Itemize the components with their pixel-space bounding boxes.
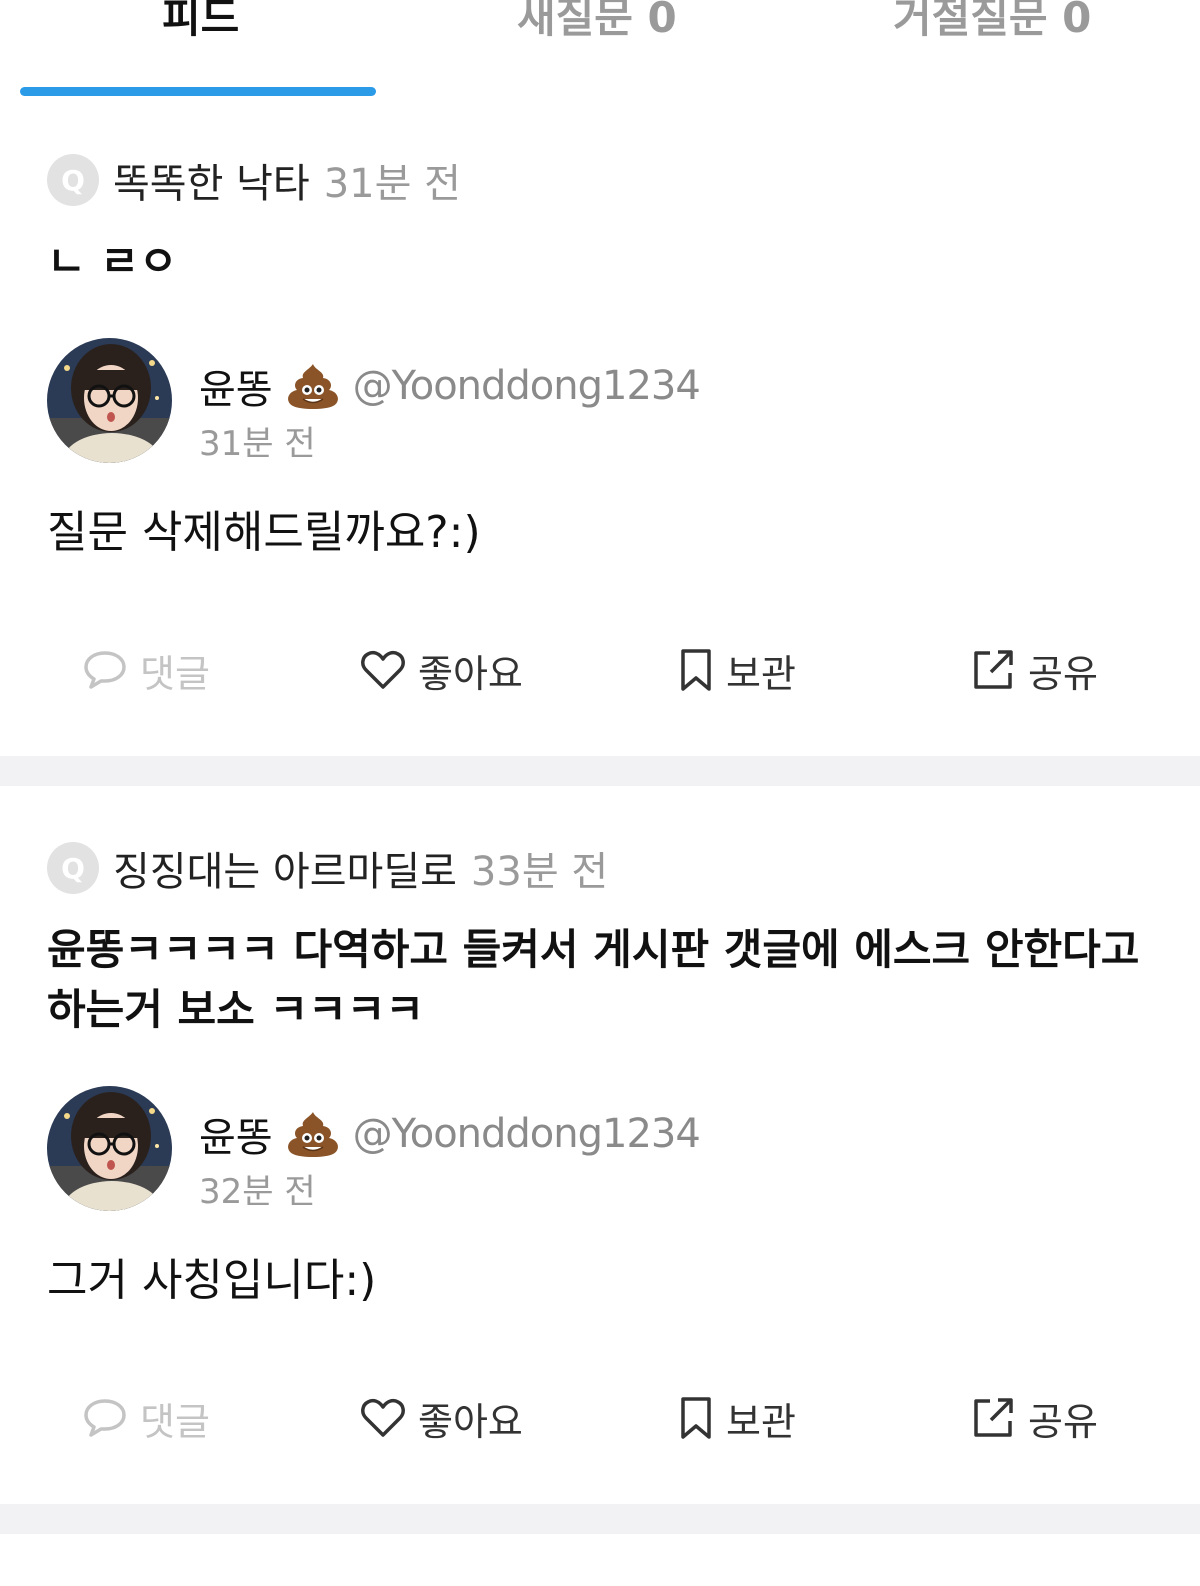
- answer-author-name[interactable]: 윤똥: [199, 1105, 273, 1163]
- question-meta: Q 징징대는 아르마딜로 33분 전: [47, 840, 608, 896]
- heart-icon: [361, 1398, 405, 1437]
- comment-label: 댓글: [140, 651, 210, 696]
- question-text: 윤똥ㅋㅋㅋㅋ 다역하고 들켜서 게시판 갯글에 에스크 안한다고 하는거 보소 …: [47, 925, 1140, 1034]
- post-divider: [0, 756, 1200, 786]
- save-label: 보관: [726, 651, 796, 696]
- save-button[interactable]: 보관: [678, 1388, 796, 1448]
- save-button[interactable]: 보관: [678, 640, 796, 700]
- external-share-icon: [974, 650, 1013, 689]
- answer-time: 32분 전: [199, 1172, 316, 1212]
- comment-label: 댓글: [140, 1399, 210, 1444]
- poop-emoji-icon: [287, 364, 338, 409]
- answer-author-name[interactable]: 윤똥: [199, 357, 273, 415]
- avatar[interactable]: [47, 338, 172, 463]
- answer-text: 그거 사칭입니다:): [47, 1255, 377, 1306]
- bookmark-icon: [681, 1397, 711, 1439]
- question-badge-icon: Q: [47, 154, 99, 206]
- heart-icon: [361, 650, 405, 689]
- answer-author-row: 윤똥 @Yoonddong1234: [199, 1104, 701, 1164]
- question-time: 31분 전: [323, 161, 461, 207]
- save-label: 보관: [726, 1399, 796, 1444]
- share-label: 공유: [1028, 1399, 1098, 1444]
- answer-author-handle[interactable]: @Yoonddong1234: [353, 363, 701, 409]
- speech-bubble-icon: [84, 651, 126, 689]
- answer-time: 31분 전: [199, 424, 316, 464]
- answer-author-row: 윤똥 @Yoonddong1234: [199, 356, 701, 416]
- like-button[interactable]: 좋아요: [360, 640, 523, 700]
- tab-bar: 피드 새질문 0 거절질문 0: [0, 0, 1200, 110]
- share-button[interactable]: 공유: [970, 1388, 1098, 1448]
- tab-rejected-questions[interactable]: 거절질문 0: [893, 0, 1091, 48]
- comment-button[interactable]: 댓글: [82, 1388, 210, 1448]
- external-share-icon: [974, 1398, 1013, 1437]
- post-divider: [0, 1504, 1200, 1534]
- question-time: 33분 전: [470, 849, 609, 895]
- tab-new-questions[interactable]: 새질문 0: [517, 0, 677, 48]
- like-label: 좋아요: [418, 651, 523, 696]
- like-label: 좋아요: [418, 1399, 523, 1444]
- active-tab-indicator: [20, 87, 376, 96]
- like-button[interactable]: 좋아요: [360, 1388, 523, 1448]
- speech-bubble-icon: [84, 1399, 126, 1437]
- share-button[interactable]: 공유: [970, 640, 1098, 700]
- share-label: 공유: [1028, 651, 1098, 696]
- poop-emoji-icon: [287, 1112, 338, 1157]
- tab-feed[interactable]: 피드: [162, 0, 239, 48]
- question-author[interactable]: 똑똑한 낙타: [113, 151, 310, 209]
- answer-header: 윤똥 @Yoonddong1234 31분 전: [47, 338, 947, 464]
- question-text: ㄴ ㄹㅇ: [47, 237, 178, 286]
- comment-button[interactable]: 댓글: [82, 640, 210, 700]
- question-author[interactable]: 징징대는 아르마딜로: [113, 839, 457, 897]
- answer-author-handle[interactable]: @Yoonddong1234: [353, 1111, 701, 1157]
- answer-header: 윤똥 @Yoonddong1234 32분 전: [47, 1086, 947, 1212]
- question-badge-icon: Q: [47, 842, 99, 894]
- post-actions: 댓글 좋아요 보관 공유: [0, 1388, 1200, 1448]
- avatar[interactable]: [47, 1086, 172, 1211]
- question-meta: Q 똑똑한 낙타 31분 전: [47, 152, 461, 208]
- bookmark-icon: [681, 649, 711, 691]
- post-actions: 댓글 좋아요 보관 공유: [0, 640, 1200, 700]
- answer-text: 질문 삭제해드릴까요?:): [47, 507, 481, 558]
